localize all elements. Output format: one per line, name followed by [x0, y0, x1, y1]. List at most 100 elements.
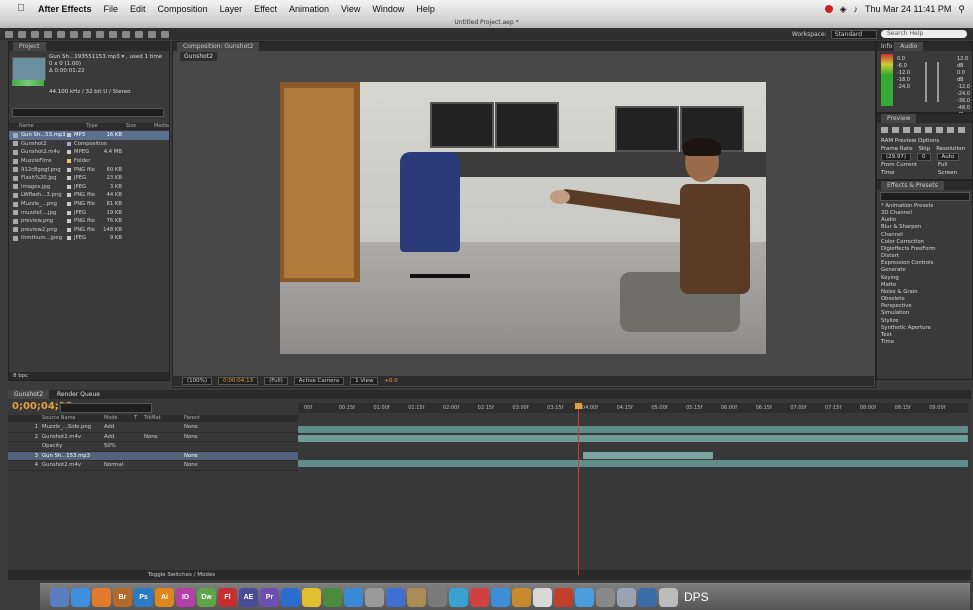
layer-row[interactable]: Opacity 50% — [8, 442, 298, 452]
label-color-swatch[interactable] — [67, 176, 71, 181]
ram-preview-icon[interactable] — [958, 127, 965, 133]
menu-edit[interactable]: Edit — [130, 4, 146, 14]
tab-audio[interactable]: Audio — [894, 42, 924, 51]
project-item[interactable]: 912c8gogf.png PNG file 60 KB — [9, 165, 169, 174]
effects-category[interactable]: Color Correction — [881, 239, 936, 246]
layer-duration-bar[interactable] — [583, 452, 713, 459]
effects-category[interactable]: Matte — [881, 282, 936, 289]
label-color-swatch[interactable] — [67, 133, 71, 138]
dock-app-icon[interactable] — [491, 587, 510, 607]
effects-category[interactable]: Perspective — [881, 303, 936, 310]
layer-mode[interactable]: Normal — [104, 462, 144, 468]
text-tool-icon[interactable] — [109, 30, 117, 38]
spotlight-icon[interactable]: ⚲ — [958, 4, 965, 15]
dock-app-icon[interactable] — [449, 587, 468, 607]
layer-duration-bar[interactable] — [298, 460, 968, 467]
clock[interactable]: Thu Mar 24 11:41 PM — [865, 4, 951, 14]
label-color-swatch[interactable] — [67, 150, 71, 155]
clone-tool-icon[interactable] — [135, 30, 143, 38]
layer-name[interactable]: Gun Sh...153.mp3 — [42, 453, 104, 459]
layer-parent[interactable]: None — [184, 434, 224, 440]
effects-category[interactable]: Generate — [881, 267, 936, 274]
zoom-select[interactable]: (100%) — [182, 377, 213, 385]
composition-viewer[interactable] — [280, 82, 766, 354]
dock-app-icon[interactable] — [617, 587, 636, 607]
project-item[interactable]: Gunshot2 Composition — [9, 140, 169, 149]
dock-app-icon[interactable] — [428, 587, 447, 607]
menu-window[interactable]: Window — [372, 4, 404, 14]
from-current-time-checkbox[interactable]: From Current Time — [881, 161, 932, 177]
brush-tool-icon[interactable] — [122, 30, 130, 38]
dock-app-icon[interactable] — [344, 587, 363, 607]
skip-field[interactable]: 0 — [917, 153, 931, 161]
effects-category[interactable]: Synthetic Aperture — [881, 325, 936, 332]
effects-category[interactable]: Obsolete — [881, 296, 936, 303]
project-search-input[interactable] — [12, 108, 164, 117]
label-color-swatch[interactable] — [67, 219, 71, 224]
last-frame-icon[interactable] — [925, 127, 932, 133]
layer-name[interactable]: Muzzle_...Side.png — [42, 424, 104, 430]
effects-category[interactable]: Digieffects FreeForm — [881, 246, 936, 253]
tab-gunshot2[interactable]: Gunshot2 — [8, 390, 50, 399]
layer-duration-bar[interactable] — [298, 426, 968, 433]
column-parent[interactable]: Parent — [184, 415, 200, 422]
dock-app-icon[interactable] — [365, 587, 384, 607]
camera-tool-icon[interactable] — [57, 30, 65, 38]
timeline-search-input[interactable] — [60, 403, 152, 413]
app-menu[interactable]: After Effects — [38, 4, 92, 14]
dock-app-icon[interactable] — [323, 587, 342, 607]
column-trkmat[interactable]: TrkMat — [144, 415, 184, 422]
effects-category[interactable]: Noise & Grain — [881, 289, 936, 296]
project-item[interactable]: Gunshot2.m4v MPEG 4.4 MB — [9, 148, 169, 157]
project-item[interactable]: preview2.png PNG file 148 KB — [9, 226, 169, 235]
column-media[interactable]: Media — [146, 123, 169, 130]
pan-behind-tool-icon[interactable] — [70, 30, 78, 38]
label-color-swatch[interactable] — [67, 236, 71, 241]
project-item[interactable]: Gun Sh...53.mp3 MP3 16 KB — [9, 131, 169, 140]
dock-app-icon[interactable] — [596, 587, 615, 607]
mask-tool-icon[interactable] — [83, 30, 91, 38]
layer-row[interactable]: 4 Gunshot2.m4v Normal None — [8, 461, 298, 471]
toggle-switches-modes-button[interactable]: Toggle Switches / Modes — [148, 572, 215, 578]
dock-app-icon[interactable] — [92, 587, 111, 607]
project-item[interactable]: thmthum...jpeg JPEG 9 KB — [9, 234, 169, 243]
layer-duration-bar[interactable] — [298, 435, 968, 442]
tab-info[interactable]: Info — [881, 43, 892, 50]
dock-app-icon[interactable] — [386, 587, 405, 607]
column-source-name[interactable]: Source Name — [42, 415, 104, 422]
puppet-tool-icon[interactable] — [161, 30, 169, 38]
effects-category[interactable]: Audio — [881, 217, 936, 224]
exposure-value[interactable]: +0.0 — [384, 378, 397, 384]
effects-category[interactable]: * Animation Presets — [881, 203, 936, 210]
resolution-select[interactable]: Auto — [936, 153, 960, 161]
dock-app-icon[interactable] — [50, 587, 69, 607]
effects-category[interactable]: Keying — [881, 275, 936, 282]
menu-view[interactable]: View — [341, 4, 360, 14]
mute-icon[interactable] — [936, 127, 943, 133]
menu-animation[interactable]: Animation — [289, 4, 329, 14]
resolution-select[interactable]: (Full) — [264, 377, 288, 385]
status-icon[interactable] — [824, 5, 833, 13]
comp-timecode[interactable]: 0;00;04;13 — [218, 377, 259, 385]
dock-app-icon[interactable] — [575, 587, 594, 607]
dock-app-icon[interactable] — [302, 587, 321, 607]
playhead-handle[interactable] — [575, 403, 582, 409]
dock-app-icon[interactable] — [512, 587, 531, 607]
layer-mode[interactable]: Add — [104, 434, 144, 440]
dock-app-icon[interactable]: ID — [176, 587, 195, 607]
layer-mode[interactable]: Add — [104, 424, 144, 430]
pen-tool-icon[interactable] — [96, 30, 104, 38]
dock-app-icon[interactable]: Ai — [155, 587, 174, 607]
hand-tool-icon[interactable] — [18, 30, 26, 38]
effects-category[interactable]: Text — [881, 332, 936, 339]
dock-app-icon[interactable]: AE — [239, 587, 258, 607]
label-color-swatch[interactable] — [67, 141, 71, 146]
tab-effects-presets[interactable]: Effects & Presets — [881, 181, 944, 190]
menu-composition[interactable]: Composition — [158, 4, 208, 14]
layer-row[interactable]: 3 Gun Sh...153.mp3 None — [8, 451, 298, 461]
label-color-swatch[interactable] — [67, 193, 71, 198]
label-color-swatch[interactable] — [67, 202, 71, 207]
zoom-tool-icon[interactable] — [31, 30, 39, 38]
loop-icon[interactable] — [947, 127, 954, 133]
layer-parent[interactable]: None — [184, 462, 224, 468]
